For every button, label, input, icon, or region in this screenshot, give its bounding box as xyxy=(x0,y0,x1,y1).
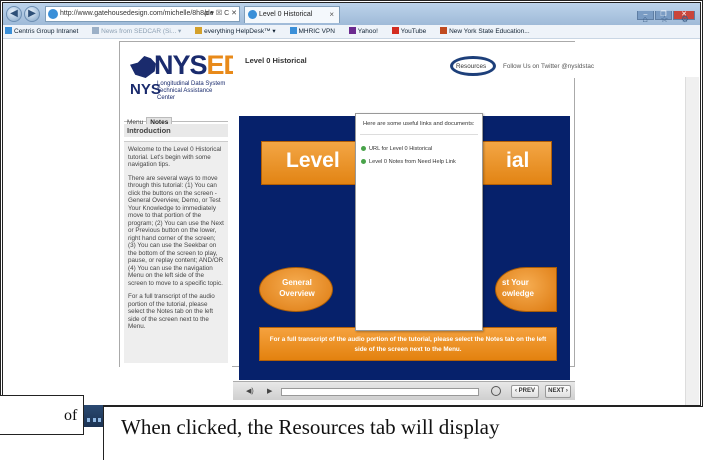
notes-panel[interactable]: Welcome to the Level 0 Historical tutori… xyxy=(124,141,228,363)
favorite-icon xyxy=(348,27,356,34)
home-favorites-tools-icons[interactable]: ⌂ ☆ ⚙ xyxy=(642,14,694,25)
prev-button[interactable]: ‹ PREV xyxy=(511,385,539,398)
banner-text-right: ial xyxy=(506,149,530,172)
player-sidebar: NYSED NYS Longitudinal Data System Techni… xyxy=(120,42,243,367)
tab-ie-icon xyxy=(248,10,257,19)
twitter-follow-link[interactable]: Follow Us on Twitter @nysldstac xyxy=(503,63,594,70)
resources-intro: Here are some useful links and documents… xyxy=(363,121,475,127)
next-button[interactable]: NEXT › xyxy=(545,385,571,398)
favorite-icon xyxy=(92,27,100,34)
favorite-yahoo[interactable]: Yahoo! xyxy=(348,27,384,35)
screenshot-root: ◀ ▶ http://www.gatehousedesign.com/miche… xyxy=(0,0,703,460)
tab-title: Level 0 Historical xyxy=(259,11,313,18)
address-tools-icon[interactable]: ρ ▾ ☒ C ✕ xyxy=(205,7,237,21)
nysed-logo: NYSED NYS Longitudinal Data System Techni… xyxy=(130,50,243,102)
clock-icon xyxy=(491,386,501,396)
resources-highlight-oval xyxy=(450,56,496,76)
caption-text: When clicked, the Resources tab will dis… xyxy=(121,415,500,439)
notes-paragraph: There are several ways to move through t… xyxy=(128,174,224,287)
browser-toolbar: ◀ ▶ http://www.gatehousedesign.com/miche… xyxy=(3,3,700,25)
caption-fragment-box: of xyxy=(0,395,84,435)
notes-paragraph: Welcome to the Level 0 Historical tutori… xyxy=(128,146,222,168)
tab-close-icon[interactable]: × xyxy=(329,7,334,22)
resources-dropdown: Here are some useful links and documents… xyxy=(355,113,483,331)
address-bar[interactable]: http://www.gatehousedesign.com/michelle/… xyxy=(45,6,240,22)
banner-text-left: Level xyxy=(286,149,340,172)
ny-state-map-icon xyxy=(130,56,156,78)
logo-wordmark: NYSED xyxy=(154,50,243,80)
notes-section-title: Introduction xyxy=(124,124,228,137)
favorite-nysed[interactable]: New York State Education... xyxy=(440,27,536,35)
browser-window: ◀ ▶ http://www.gatehousedesign.com/miche… xyxy=(0,0,703,408)
taskbar-icon xyxy=(87,418,90,422)
favorite-helpdesk[interactable]: everything HelpDesk™ ▾ xyxy=(195,27,282,35)
logo-subtitle: Longitudinal Data System Technical Assist… xyxy=(157,81,226,101)
general-overview-button[interactable]: General Overview xyxy=(259,267,333,312)
link-bullet-icon xyxy=(361,146,366,151)
address-url: http://www.gatehousedesign.com/michelle/… xyxy=(60,10,214,17)
caption-fragment-text: of xyxy=(64,407,78,424)
resource-link-notes[interactable]: Level 0 Notes from Need Help Link xyxy=(361,159,456,165)
taskbar-icon xyxy=(93,418,96,422)
browser-tab-level0[interactable]: Level 0 Historical × xyxy=(244,6,340,23)
seekbar[interactable] xyxy=(281,388,479,396)
divider xyxy=(360,134,478,135)
volume-icon[interactable]: ◀) xyxy=(246,387,254,395)
playback-controls: ◀) ▶ ‹ PREV NEXT › xyxy=(233,381,575,400)
page-scrollbar[interactable] xyxy=(685,77,699,405)
favorite-vpn[interactable]: MHRIC VPN xyxy=(289,27,341,35)
forward-button-icon[interactable]: ▶ xyxy=(24,6,40,22)
ie-page-icon xyxy=(48,9,58,19)
favorite-icon xyxy=(440,27,448,34)
back-button-icon[interactable]: ◀ xyxy=(6,6,22,22)
favorite-sedcar[interactable]: News from SEDCAR (Si... ▾ xyxy=(92,27,187,35)
transcript-notice: For a full transcript of the audio porti… xyxy=(259,327,557,361)
play-icon[interactable]: ▶ xyxy=(267,387,272,395)
favorite-icon xyxy=(391,27,399,34)
window-controls: – ❐ ✕ xyxy=(636,3,696,20)
favorite-icon xyxy=(195,27,203,34)
player-header: Level 0 Historical Resources Follow Us o… xyxy=(233,42,594,78)
taskbar-strip xyxy=(84,405,103,427)
resource-link-url[interactable]: URL for Level 0 Historical xyxy=(361,146,432,152)
favorite-icon xyxy=(5,27,12,34)
favorite-icon xyxy=(289,27,297,34)
test-knowledge-button[interactable]: st Your owledge xyxy=(495,267,557,312)
link-bullet-icon xyxy=(361,159,366,164)
sidebar-tabs: Menu Notes xyxy=(124,111,228,128)
favorite-centris[interactable]: Centris Group Intranet xyxy=(5,27,84,35)
taskbar-icon xyxy=(98,418,101,422)
favorites-bar: Centris Group Intranet News from SEDCAR … xyxy=(3,25,700,39)
player-title: Level 0 Historical xyxy=(245,56,307,65)
caption-box: When clicked, the Resources tab will dis… xyxy=(103,406,703,460)
favorite-youtube[interactable]: YouTube xyxy=(391,27,433,35)
notes-paragraph: For a full transcript of the audio porti… xyxy=(128,293,215,330)
